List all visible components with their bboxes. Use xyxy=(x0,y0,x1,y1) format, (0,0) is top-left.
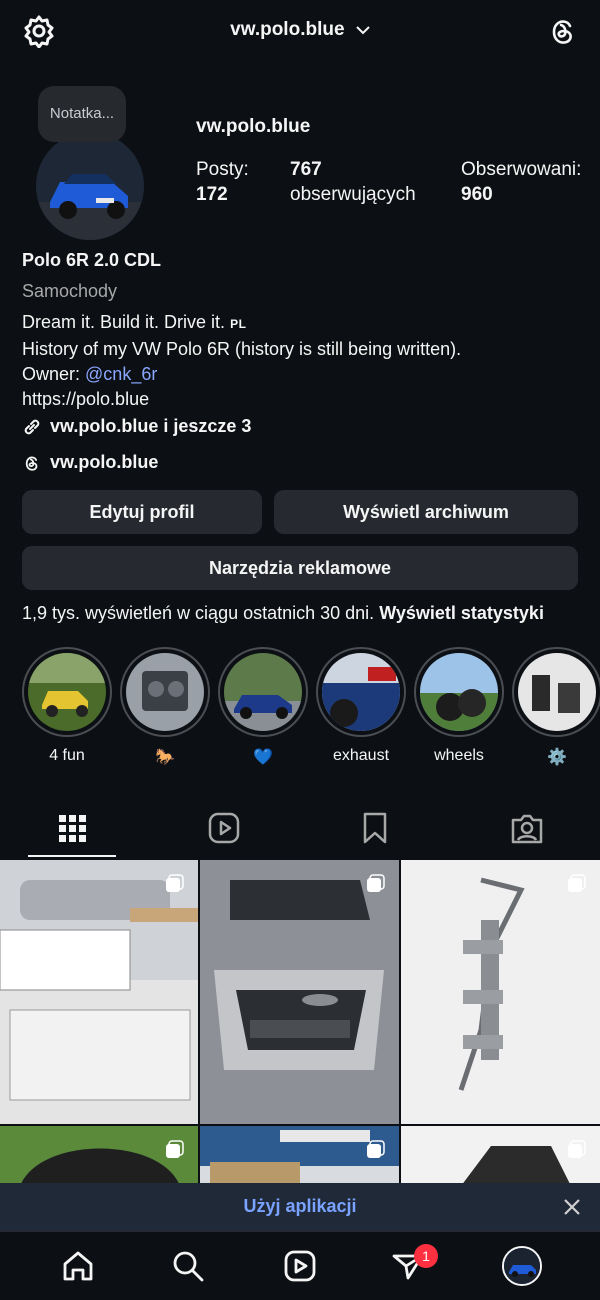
profile-tabs xyxy=(0,800,600,858)
highlight-item[interactable]: 🐎 xyxy=(120,647,210,767)
reels-icon[interactable] xyxy=(204,808,244,848)
highlight-ring xyxy=(512,647,600,737)
link-icon xyxy=(24,419,40,434)
view-insights-link[interactable]: Wyświetl statystyki xyxy=(379,603,544,623)
highlight-cover xyxy=(224,653,302,731)
grid-icon[interactable] xyxy=(52,808,92,848)
edit-profile-button[interactable]: Edytuj profil xyxy=(22,490,262,534)
active-tab-indicator xyxy=(28,855,116,857)
links-label: vw.polo.blue i jeszcze 3 xyxy=(50,416,252,436)
top-bar: vw.polo.blue xyxy=(0,0,600,64)
category: Samochody xyxy=(22,281,118,301)
highlight-ring xyxy=(22,647,112,737)
post-thumbnail[interactable] xyxy=(200,860,399,1124)
highlight-ring xyxy=(414,647,504,737)
highlight-label: wheels xyxy=(434,747,484,764)
highlight-item[interactable]: ⚙️ xyxy=(512,647,600,767)
display-name: Polo 6R 2.0 CDL xyxy=(22,250,162,270)
highlight-ring xyxy=(218,647,308,737)
chevron-down-icon xyxy=(356,26,370,35)
profile-username: vw.polo.blue xyxy=(196,116,311,137)
avatar-thumbnail xyxy=(504,1248,540,1284)
threads-small-icon xyxy=(25,456,38,471)
post-image xyxy=(401,860,600,1124)
highlight-cover xyxy=(322,653,400,731)
highlight-cover xyxy=(126,653,204,731)
close-icon[interactable] xyxy=(560,1195,584,1219)
view-archive-button[interactable]: Wyświetl archiwum xyxy=(274,490,578,534)
bio-line-1: Dream it. Build it. Drive it. PL xyxy=(22,310,582,337)
insights-text: 1,9 tys. wyświetleń w ciągu ostatnich 30… xyxy=(22,603,375,623)
multiple-posts-icon xyxy=(367,874,385,892)
following-label: Obserwowani: xyxy=(461,159,582,180)
highlight-label: exhaust xyxy=(332,747,390,764)
multiple-posts-icon xyxy=(166,1140,184,1158)
highlight-item[interactable]: wheels xyxy=(414,647,504,767)
note-placeholder: Notatka... xyxy=(49,105,115,122)
post-image xyxy=(0,860,198,1124)
header-username: vw.polo.blue xyxy=(230,19,345,40)
home-icon[interactable] xyxy=(60,1248,96,1284)
bio: Polo 6R 2.0 CDL Samochody Dream it. Buil… xyxy=(22,248,582,412)
followers-stat[interactable]: 767 obserwujących xyxy=(290,157,416,207)
threads-icon[interactable] xyxy=(546,14,580,48)
links-row[interactable]: vw.polo.blue i jeszcze 3 xyxy=(22,416,251,437)
owner-prefix: Owner: xyxy=(22,364,86,384)
highlight-cover xyxy=(420,653,498,731)
highlight-item[interactable]: 💙 xyxy=(218,647,308,767)
profile-nav-avatar[interactable] xyxy=(502,1246,542,1286)
saved-icon[interactable] xyxy=(355,808,395,848)
highlight-label: ⚙️ xyxy=(547,749,567,766)
highlight-item[interactable]: exhaust xyxy=(316,647,406,767)
threads-link-row[interactable]: vw.polo.blue xyxy=(22,452,158,473)
profile-avatar[interactable] xyxy=(36,132,144,240)
owner-mention-link[interactable]: @cnk_6r xyxy=(85,364,157,384)
posts-count: 172 xyxy=(196,184,228,205)
posts-label: Posty: xyxy=(196,159,249,180)
bio-owner-line: Owner: @cnk_6r xyxy=(22,362,582,387)
notification-badge: 1 xyxy=(414,1244,438,1268)
ad-tools-button[interactable]: Narzędzia reklamowe xyxy=(22,546,578,590)
use-app-link[interactable]: Użyj aplikacji xyxy=(0,1196,600,1217)
use-app-banner: Użyj aplikacji xyxy=(0,1183,600,1231)
multiple-posts-icon xyxy=(568,1140,586,1158)
post-thumbnail[interactable] xyxy=(401,1126,600,1186)
tagged-icon[interactable] xyxy=(507,808,547,848)
reels-nav-icon[interactable] xyxy=(282,1248,318,1284)
post-thumbnail[interactable] xyxy=(0,1126,198,1186)
highlight-cover xyxy=(28,653,106,731)
multiple-posts-icon xyxy=(568,874,586,892)
bio-website: https://polo.blue xyxy=(22,389,150,409)
highlight-label: 💙 xyxy=(253,749,273,766)
account-switcher[interactable]: vw.polo.blue xyxy=(0,19,600,41)
highlight-item[interactable]: 4 fun xyxy=(22,647,112,767)
highlight-label: 🐎 xyxy=(155,749,175,766)
post-image xyxy=(200,860,399,1124)
translate-tag[interactable]: PL xyxy=(230,317,246,331)
followers-count: 767 xyxy=(290,159,322,180)
multiple-posts-icon xyxy=(166,874,184,892)
search-icon[interactable] xyxy=(170,1248,206,1284)
bottom-nav: 1 xyxy=(0,1231,600,1300)
following-stat[interactable]: Obserwowani: 960 xyxy=(461,157,581,207)
insights-line: 1,9 tys. wyświetleń w ciągu ostatnich 30… xyxy=(22,603,544,624)
car-photo xyxy=(36,132,144,240)
multiple-posts-icon xyxy=(367,1140,385,1158)
following-count: 960 xyxy=(461,184,493,205)
highlight-cover xyxy=(518,653,596,731)
followers-label: obserwujących xyxy=(290,184,416,205)
post-thumbnail[interactable] xyxy=(0,860,198,1124)
highlight-ring xyxy=(120,647,210,737)
posts-stat[interactable]: Posty: 172 xyxy=(196,157,249,207)
post-thumbnail[interactable] xyxy=(401,860,600,1124)
highlight-label: 4 fun xyxy=(49,747,85,764)
highlight-ring xyxy=(316,647,406,737)
bio-tagline: Dream it. Build it. Drive it. xyxy=(22,312,226,332)
post-thumbnail[interactable] xyxy=(200,1126,399,1186)
bio-line-2: History of my VW Polo 6R (history is sti… xyxy=(22,339,462,359)
note-bubble[interactable]: Notatka... xyxy=(38,86,126,142)
threads-link-label: vw.polo.blue xyxy=(50,452,159,472)
